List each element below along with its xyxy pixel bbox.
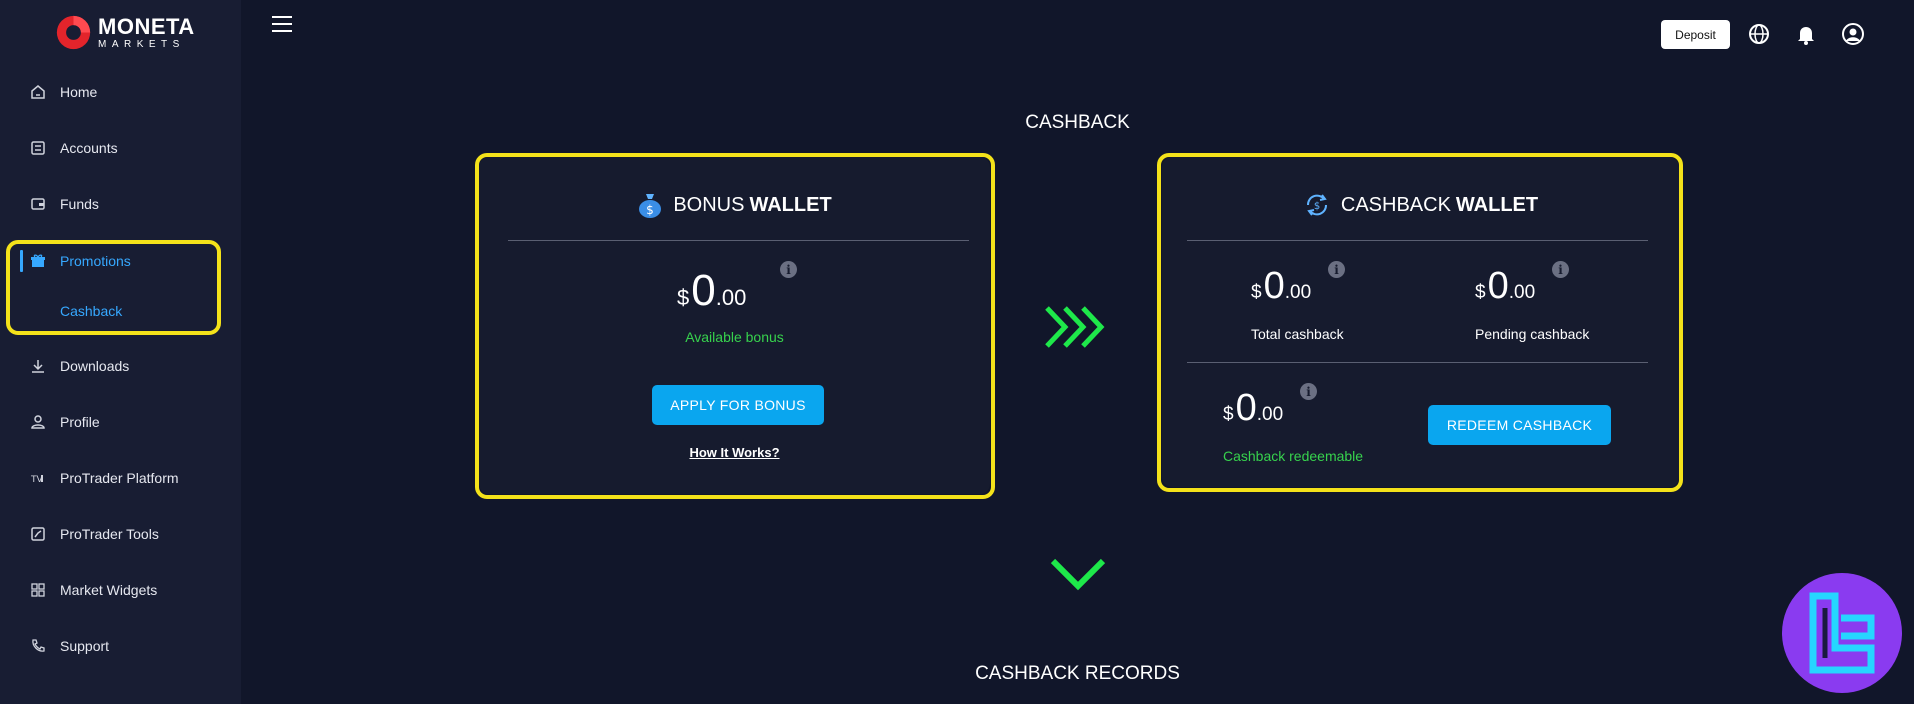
menu-toggle-icon[interactable] xyxy=(272,16,292,34)
sidebar-item-protrader-platform[interactable]: TV ProTrader Platform xyxy=(0,458,241,498)
promotions-highlight xyxy=(6,240,221,335)
sidebar-item-market-widgets[interactable]: Market Widgets xyxy=(0,570,241,610)
bell-icon[interactable] xyxy=(1794,22,1818,46)
download-icon xyxy=(28,356,48,376)
sidebar-item-label: Accounts xyxy=(60,140,118,156)
brand-sub: MARKETS xyxy=(98,38,185,50)
watermark-logo-icon xyxy=(1809,592,1875,674)
sidebar-item-label: ProTrader Tools xyxy=(60,526,159,542)
user-avatar-icon[interactable] xyxy=(1841,22,1865,46)
deposit-button[interactable]: Deposit xyxy=(1661,20,1730,49)
bonus-wallet-highlight xyxy=(475,153,995,499)
sidebar-item-label: Funds xyxy=(60,196,99,212)
sidebar-item-label: Downloads xyxy=(60,358,130,374)
sidebar-item-label: ProTrader Platform xyxy=(60,470,179,486)
sidebar-item-label: Support xyxy=(60,638,110,654)
sidebar-item-accounts[interactable]: Accounts xyxy=(0,128,241,168)
watermark-logo xyxy=(1782,573,1902,693)
cashback-records-title: CASHBACK RECORDS xyxy=(975,663,1180,684)
chevrons-right-icon xyxy=(1045,306,1105,348)
sidebar-item-home[interactable]: Home xyxy=(0,72,241,112)
accounts-icon xyxy=(28,138,48,158)
moneta-logo-icon xyxy=(56,15,91,50)
sidebar-item-label: Profile xyxy=(60,414,100,430)
chevron-down-icon xyxy=(1050,558,1106,591)
page-title: CASHBACK xyxy=(1025,112,1130,133)
sidebar-item-support[interactable]: Support xyxy=(0,626,241,666)
chart-icon xyxy=(28,524,48,544)
phone-icon xyxy=(28,636,48,656)
sidebar-item-protrader-tools[interactable]: ProTrader Tools xyxy=(0,514,241,554)
platform-icon: TV xyxy=(28,468,48,488)
sidebar: MONETA MARKETS Home Accounts Funds Promo… xyxy=(0,0,241,704)
sidebar-item-profile[interactable]: Profile xyxy=(0,402,241,442)
cashback-wallet-highlight xyxy=(1157,153,1683,492)
sidebar-item-downloads[interactable]: Downloads xyxy=(0,346,241,386)
sidebar-item-label: Home xyxy=(60,84,98,100)
sidebar-item-label: Market Widgets xyxy=(60,582,158,598)
sidebar-item-funds[interactable]: Funds xyxy=(0,184,241,224)
grid-icon xyxy=(28,580,48,600)
user-icon xyxy=(28,412,48,432)
home-icon xyxy=(28,82,48,102)
brand-name: MONETA xyxy=(98,13,195,39)
globe-icon[interactable] xyxy=(1747,22,1771,46)
brand-logo[interactable]: MONETA MARKETS xyxy=(55,14,195,51)
wallet-icon xyxy=(28,194,48,214)
